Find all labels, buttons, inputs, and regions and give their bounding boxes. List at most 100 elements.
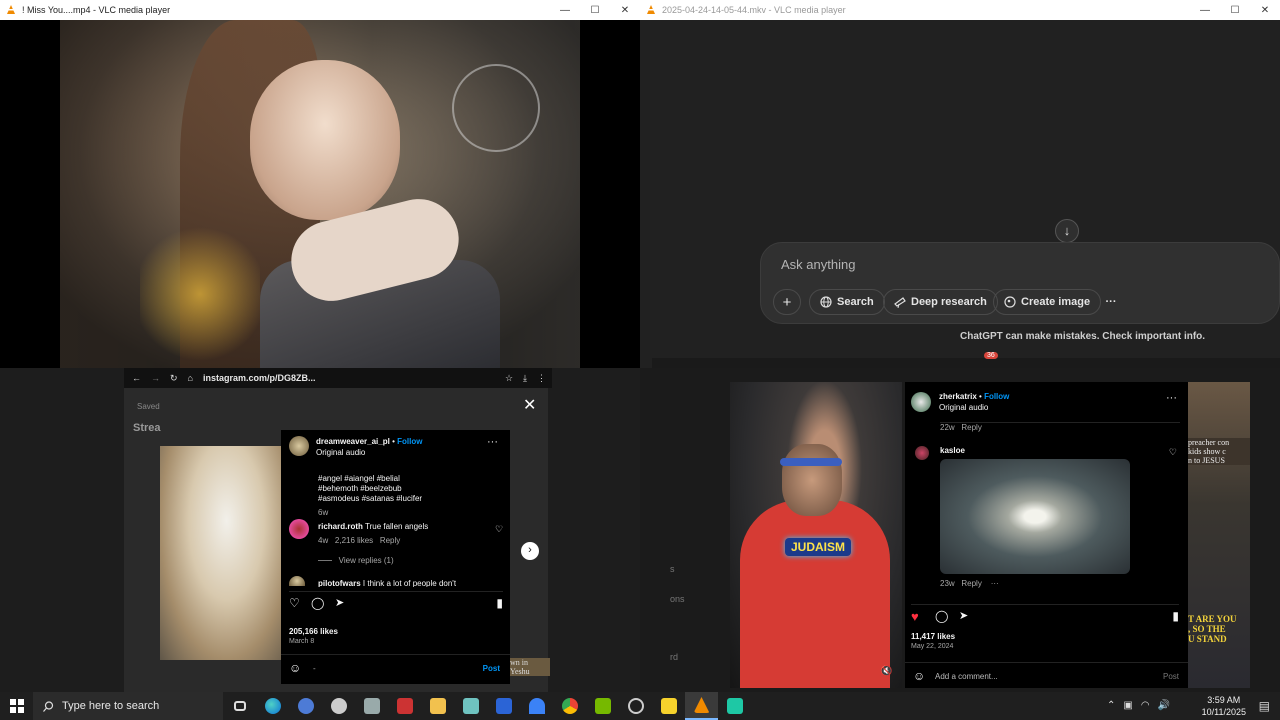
menu-icon[interactable]: ⋮: [537, 373, 552, 384]
vlc-titlebar-right[interactable]: 2025-04-24-14-05-44.mkv - VLC media play…: [640, 0, 1280, 20]
avatar[interactable]: [915, 446, 929, 460]
vlc-window-left: ! Miss You....mp4 - VLC media player — ☐…: [0, 0, 640, 368]
reel-video[interactable]: JUDAISM 🔇: [730, 382, 902, 688]
minimize-button[interactable]: —: [1190, 5, 1220, 16]
volume-icon[interactable]: 🔊: [1158, 700, 1170, 711]
more-tools-button[interactable]: ···: [1097, 289, 1125, 315]
hashtags-line[interactable]: #asmodeus #satanas #lucifer: [318, 494, 422, 504]
share-icon[interactable]: ➤: [335, 596, 344, 609]
extension-icon[interactable]: ☆: [505, 373, 513, 384]
maximize-button[interactable]: ☐: [580, 5, 610, 16]
liked-heart-icon[interactable]: ♥: [911, 609, 919, 624]
mute-icon[interactable]: 🔇: [880, 666, 892, 677]
nvidia-icon[interactable]: [586, 692, 619, 720]
file-explorer-icon[interactable]: [421, 692, 454, 720]
back-icon[interactable]: ←: [132, 373, 141, 383]
comment-username[interactable]: kasloe: [940, 446, 965, 455]
video-area[interactable]: [0, 20, 640, 368]
address-bar[interactable]: instagram.com/p/DG8ZB...: [203, 373, 316, 383]
avatar[interactable]: [289, 436, 309, 456]
bookmark-icon[interactable]: ▮: [1172, 609, 1179, 623]
search-button[interactable]: Search: [809, 289, 885, 315]
comment-icon[interactable]: ◯: [935, 609, 948, 623]
wifi-icon[interactable]: ◠: [1141, 700, 1150, 711]
hashtags-line[interactable]: #angel #aiangel #belial: [318, 474, 422, 484]
download-icon[interactable]: ⤓: [523, 373, 527, 384]
app-icon[interactable]: [718, 692, 751, 720]
avatar[interactable]: [289, 519, 309, 539]
app-icon[interactable]: [487, 692, 520, 720]
forward-icon[interactable]: →: [151, 373, 160, 383]
reply-button[interactable]: Reply: [961, 423, 981, 432]
chat-composer[interactable]: Ask anything + Search Deep research Crea…: [760, 242, 1280, 324]
app-icon[interactable]: [322, 692, 355, 720]
comment-input[interactable]: -: [313, 664, 316, 673]
reload-icon[interactable]: ↻: [170, 373, 178, 384]
maximize-button[interactable]: ☐: [1220, 5, 1250, 16]
app-icon[interactable]: [289, 692, 322, 720]
scroll-down-button[interactable]: ↓: [1055, 219, 1079, 243]
notification-icon[interactable]: ▤: [1259, 699, 1270, 713]
close-button[interactable]: ✕: [1250, 5, 1280, 16]
audio-label[interactable]: Original audio: [316, 448, 365, 457]
create-image-button[interactable]: Create image: [993, 289, 1102, 315]
close-post-button[interactable]: ✕: [523, 395, 536, 415]
likes-count[interactable]: 11,417 likes: [911, 632, 955, 641]
emoji-icon[interactable]: ☺: [913, 669, 925, 683]
app-icon[interactable]: [520, 692, 553, 720]
vlc-icon[interactable]: [685, 692, 718, 720]
deep-research-button[interactable]: Deep research: [883, 289, 998, 315]
like-icon[interactable]: ♡: [289, 596, 300, 610]
avatar[interactable]: [289, 576, 305, 586]
attach-button[interactable]: +: [773, 289, 801, 315]
avatar[interactable]: [911, 392, 931, 412]
vlc-titlebar-left[interactable]: ! Miss You....mp4 - VLC media player — ☐…: [0, 0, 640, 20]
post-comment-button[interactable]: Post: [483, 664, 500, 673]
reply-button[interactable]: Reply: [961, 579, 981, 588]
post-options-icon[interactable]: ···: [1166, 392, 1177, 404]
chrome-icon[interactable]: [553, 692, 586, 720]
chevron-up-icon[interactable]: ⌃: [1107, 700, 1115, 711]
app-icon[interactable]: [454, 692, 487, 720]
saved-label[interactable]: Saved: [137, 402, 160, 411]
sticky-notes-icon[interactable]: [652, 692, 685, 720]
bookmark-icon[interactable]: ▮: [496, 596, 503, 610]
post-comment-button[interactable]: Post: [1163, 672, 1179, 681]
comment-icon[interactable]: ◯: [311, 596, 324, 610]
edge-icon[interactable]: [256, 692, 289, 720]
view-replies-button[interactable]: View replies (1): [339, 556, 394, 565]
comment-username[interactable]: pilotofwars: [318, 579, 361, 587]
taskbar-search[interactable]: Type here to search: [33, 692, 223, 720]
start-button[interactable]: [0, 692, 33, 720]
heart-icon[interactable]: ♡: [495, 524, 503, 535]
comment-likes[interactable]: 2,216 likes: [335, 536, 373, 545]
next-post-button[interactable]: ›: [521, 542, 539, 560]
store-icon[interactable]: [388, 692, 421, 720]
app-icon[interactable]: [619, 692, 652, 720]
emoji-icon[interactable]: ☺: [289, 661, 301, 675]
reel-username[interactable]: zherkatrix: [939, 392, 977, 401]
hashtags-line[interactable]: #behemoth #beelzebub: [318, 484, 422, 494]
likes-count[interactable]: 205,166 likes: [289, 627, 338, 636]
share-icon[interactable]: ➤: [959, 609, 968, 622]
post-image[interactable]: [160, 446, 281, 660]
post-options-icon[interactable]: ···: [487, 436, 498, 448]
comment-image[interactable]: [940, 459, 1130, 574]
taskbar-clock[interactable]: 3:59 AM 10/11/2025: [1202, 692, 1246, 720]
post-username[interactable]: dreamweaver_ai_pl: [316, 437, 390, 446]
close-button[interactable]: ✕: [610, 5, 640, 16]
comment-more-icon[interactable]: ···: [991, 579, 999, 588]
minimize-button[interactable]: —: [550, 5, 580, 16]
follow-button[interactable]: Follow: [397, 437, 422, 446]
home-icon[interactable]: ⌂: [188, 373, 193, 383]
reply-button[interactable]: Reply: [380, 536, 400, 545]
audio-label[interactable]: Original audio: [939, 403, 988, 412]
comment-input[interactable]: Add a comment...: [935, 672, 998, 681]
chat-input-placeholder[interactable]: Ask anything: [781, 257, 855, 272]
comment-username[interactable]: richard.roth: [318, 522, 363, 531]
heart-icon[interactable]: ♡: [1169, 447, 1177, 458]
app-icon[interactable]: [355, 692, 388, 720]
task-view-button[interactable]: [223, 692, 256, 720]
network-icon[interactable]: ▣: [1123, 700, 1132, 711]
follow-button[interactable]: Follow: [984, 392, 1009, 401]
